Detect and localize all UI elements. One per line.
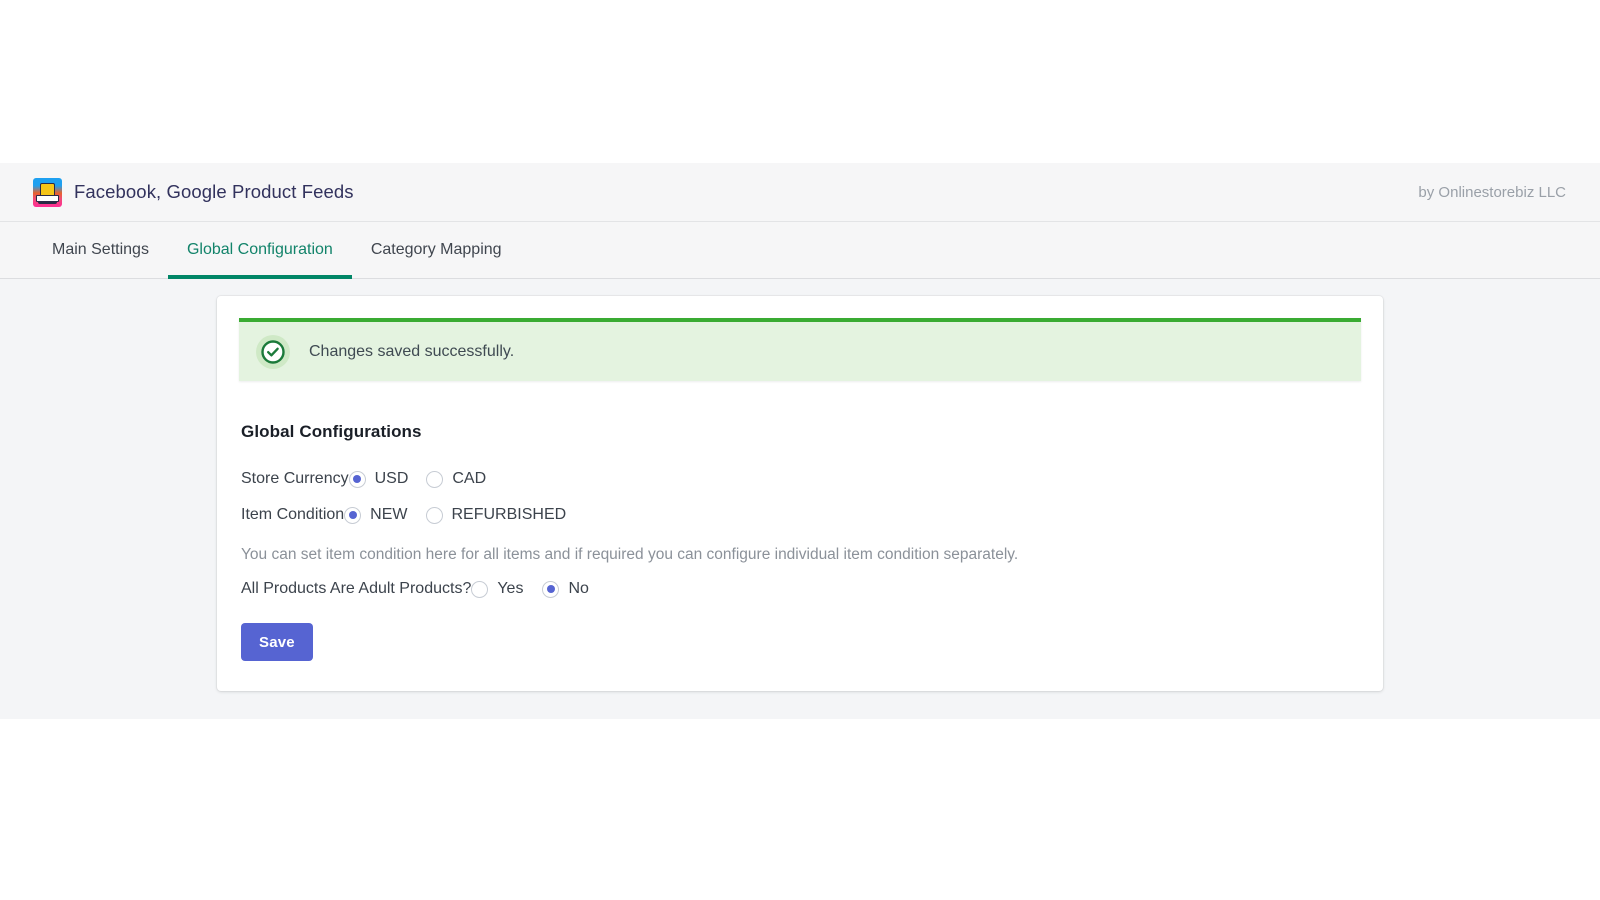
- field-label-store-currency: Store Currency: [241, 470, 349, 487]
- radio-label: Yes: [497, 580, 524, 597]
- app-title-group: Facebook, Google Product Feeds: [33, 177, 354, 207]
- settings-card: Changes saved successfully. Global Confi…: [217, 296, 1383, 691]
- page-title: Global Configurations: [241, 422, 422, 441]
- radio-store-currency-cad[interactable]: CAD: [426, 470, 486, 488]
- radio-store-currency-usd[interactable]: USD: [348, 470, 409, 488]
- save-button[interactable]: Save: [241, 623, 313, 661]
- app-name: Facebook, Google Product Feeds: [74, 181, 354, 202]
- field-item-condition: Item Condition NEW REFURBISHED: [241, 506, 1361, 524]
- radio-item-condition-new[interactable]: NEW: [344, 506, 408, 524]
- field-label-item-condition: Item Condition: [241, 506, 345, 523]
- field-adult-products: All Products Are Adult Products? Yes No: [241, 580, 1361, 598]
- field-label-adult-products: All Products Are Adult Products?: [241, 580, 472, 597]
- tab-bar: Main Settings Global Configuration Categ…: [0, 222, 1600, 279]
- radio-item-condition-refurbished[interactable]: REFURBISHED: [425, 506, 567, 524]
- app-header: Facebook, Google Product Feeds by Online…: [0, 163, 1600, 222]
- radio-adult-products-no[interactable]: No: [542, 580, 589, 598]
- radio-indicator[interactable]: [471, 580, 489, 598]
- radio-indicator[interactable]: [542, 580, 560, 598]
- item-condition-helper-text: You can set item condition here for all …: [241, 546, 1019, 563]
- radio-indicator[interactable]: [425, 506, 443, 524]
- tab-global-configuration[interactable]: Global Configuration: [167, 222, 352, 279]
- radio-adult-products-yes[interactable]: Yes: [471, 580, 523, 598]
- radio-label: USD: [374, 470, 409, 487]
- app-frame: Facebook, Google Product Feeds by Online…: [0, 163, 1600, 719]
- radio-label: CAD: [452, 470, 487, 487]
- radio-indicator[interactable]: [426, 470, 444, 488]
- field-store-currency: Store Currency USD CAD: [241, 470, 1361, 488]
- radio-indicator[interactable]: [344, 506, 362, 524]
- global-configurations-form: Global Configurations Store Currency USD…: [239, 422, 1361, 661]
- radio-label: NEW: [370, 506, 408, 523]
- app-vendor: by Onlinestorebiz LLC: [1418, 183, 1566, 201]
- success-message: Changes saved successfully.: [309, 342, 515, 360]
- tab-category-mapping[interactable]: Category Mapping: [352, 222, 521, 278]
- content-area: Changes saved successfully. Global Confi…: [0, 279, 1600, 718]
- storefront-icon: [33, 177, 62, 207]
- radio-indicator[interactable]: [348, 470, 366, 488]
- tab-main-settings[interactable]: Main Settings: [33, 222, 168, 278]
- success-banner: Changes saved successfully.: [239, 318, 1361, 381]
- radio-label: REFURBISHED: [451, 506, 567, 523]
- check-circle-icon: [256, 334, 290, 369]
- radio-label: No: [568, 580, 589, 597]
